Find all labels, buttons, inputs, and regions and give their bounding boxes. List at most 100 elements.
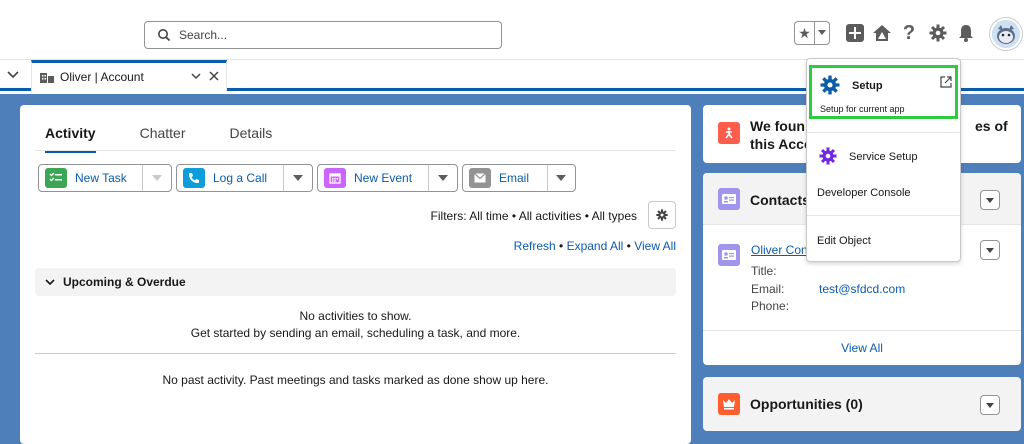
caret-down-icon xyxy=(152,175,163,181)
new-event-button-group: New Event xyxy=(317,164,458,192)
new-event-button[interactable]: New Event xyxy=(318,165,430,191)
contact-row-actions-dropdown[interactable] xyxy=(980,240,1000,260)
caret-down-icon xyxy=(438,175,449,181)
contacts-title[interactable]: Contacts xyxy=(750,192,810,208)
new-event-label: New Event xyxy=(354,171,413,185)
contact-name-link[interactable]: Oliver Con xyxy=(751,243,808,257)
setup-gear-icon xyxy=(820,75,840,95)
caret-down-icon xyxy=(986,402,994,408)
menu-divider xyxy=(807,215,960,216)
new-task-label: New Task xyxy=(75,171,127,185)
view-all-link[interactable]: View All xyxy=(634,239,676,253)
log-call-button[interactable]: Log a Call xyxy=(177,165,285,191)
contact-email-label: Email: xyxy=(751,282,785,296)
new-event-dropdown[interactable] xyxy=(429,165,457,191)
empty-activities-message: No activities to show. Get started by se… xyxy=(20,308,691,342)
chevron-down-icon[interactable] xyxy=(6,68,20,82)
duplicate-text-line1: We foun xyxy=(750,118,805,134)
email-button[interactable]: Email xyxy=(463,165,548,191)
tab-label: Oliver | Account xyxy=(60,70,144,84)
duplicate-text-line2: this Acco xyxy=(750,136,813,152)
menu-divider xyxy=(807,132,960,133)
event-icon xyxy=(324,168,346,188)
favorites-dropdown-icon[interactable] xyxy=(815,22,829,44)
tab-activity[interactable]: Activity xyxy=(45,125,96,153)
setup-menu-item[interactable]: Setup Setup for current app xyxy=(809,65,958,119)
setup-menu: Setup Setup for current app Service Setu… xyxy=(806,58,961,262)
search-icon xyxy=(158,29,171,42)
favorites-button[interactable]: ★ xyxy=(794,21,830,45)
activity-filters-text: Filters: All time • All activities • All… xyxy=(430,209,637,223)
contact-icon xyxy=(718,188,740,210)
tab-details[interactable]: Details xyxy=(230,125,273,153)
contact-phone-label: Phone: xyxy=(751,299,790,313)
help-icon[interactable]: ? xyxy=(900,21,918,45)
upcoming-overdue-section[interactable]: Upcoming & Overdue xyxy=(35,268,676,296)
caret-down-icon xyxy=(556,175,567,181)
account-icon xyxy=(40,73,54,83)
call-icon xyxy=(183,168,205,188)
activity-tabset: Activity Chatter Details xyxy=(45,125,316,153)
task-icon xyxy=(45,168,67,188)
chevron-down-icon[interactable] xyxy=(190,70,202,82)
caret-down-icon xyxy=(293,175,304,181)
email-label: Email xyxy=(499,171,530,185)
activity-card: Activity Chatter Details New Task Log a … xyxy=(20,105,691,444)
contacts-view-all-link[interactable]: View All xyxy=(703,341,1021,355)
close-icon[interactable] xyxy=(208,70,220,82)
empty-line-1: No activities to show. xyxy=(299,309,412,323)
opportunities-actions-dropdown[interactable] xyxy=(980,395,1000,415)
refresh-link[interactable]: Refresh xyxy=(514,239,556,253)
tab-oliver-account[interactable]: Oliver | Account xyxy=(31,60,227,91)
setup-gear-icon[interactable] xyxy=(928,21,948,45)
caret-down-icon xyxy=(986,247,994,253)
global-header: Search... ★ ? xyxy=(0,0,1024,60)
email-button-group: Email xyxy=(462,164,576,192)
duplicate-icon xyxy=(718,122,740,144)
trailhead-icon[interactable] xyxy=(871,21,893,45)
setup-subtitle: Setup for current app xyxy=(820,104,905,114)
service-setup-label: Service Setup xyxy=(849,151,918,163)
service-setup-gear-icon xyxy=(819,147,837,165)
expand-all-link[interactable]: Expand All xyxy=(567,239,624,253)
email-icon xyxy=(469,168,491,188)
tab-chatter[interactable]: Chatter xyxy=(140,125,186,153)
opportunities-title[interactable]: Opportunities (0) xyxy=(750,396,863,412)
external-link-icon[interactable] xyxy=(940,76,952,88)
empty-line-2: Get started by sending an email, schedul… xyxy=(190,326,521,340)
section-title: Upcoming & Overdue xyxy=(63,275,186,289)
filter-settings-button[interactable] xyxy=(648,201,676,229)
add-icon[interactable] xyxy=(845,21,865,45)
bell-icon[interactable] xyxy=(956,21,976,45)
service-setup-menu-item[interactable]: Service Setup xyxy=(807,145,960,169)
chevron-down-icon xyxy=(45,279,55,286)
contact-title-label: Title: xyxy=(751,264,777,278)
link-separator: • xyxy=(559,239,564,253)
new-task-dropdown[interactable] xyxy=(143,165,171,191)
contacts-actions-dropdown[interactable] xyxy=(980,190,1000,210)
log-call-dropdown[interactable] xyxy=(284,165,312,191)
tabset-divider xyxy=(35,150,676,151)
caret-down-icon xyxy=(986,197,994,203)
email-dropdown[interactable] xyxy=(548,165,575,191)
duplicate-text-line1-end: es of xyxy=(975,118,1008,134)
setup-label: Setup xyxy=(852,80,883,92)
log-call-button-group: Log a Call xyxy=(176,164,313,192)
link-separator: • xyxy=(626,239,631,253)
activity-links: Refresh • Expand All • View All xyxy=(20,239,676,253)
new-task-button[interactable]: New Task xyxy=(39,165,144,191)
opportunity-icon xyxy=(718,393,740,415)
new-task-button-group: New Task xyxy=(38,164,172,192)
search-placeholder: Search... xyxy=(179,28,228,42)
opportunities-card: Opportunities (0) xyxy=(703,377,1021,431)
search-input[interactable]: Search... xyxy=(144,21,502,49)
log-call-label: Log a Call xyxy=(213,171,268,185)
contact-record-icon xyxy=(718,244,740,266)
contact-email-value[interactable]: test@sfdcd.com xyxy=(819,282,905,296)
section-divider xyxy=(35,353,676,354)
avatar[interactable] xyxy=(990,18,1022,50)
edit-object-menu-item[interactable]: Edit Object xyxy=(817,235,871,247)
contacts-footer-divider xyxy=(703,330,1021,331)
developer-console-menu-item[interactable]: Developer Console xyxy=(817,187,911,199)
star-icon[interactable]: ★ xyxy=(795,22,815,44)
